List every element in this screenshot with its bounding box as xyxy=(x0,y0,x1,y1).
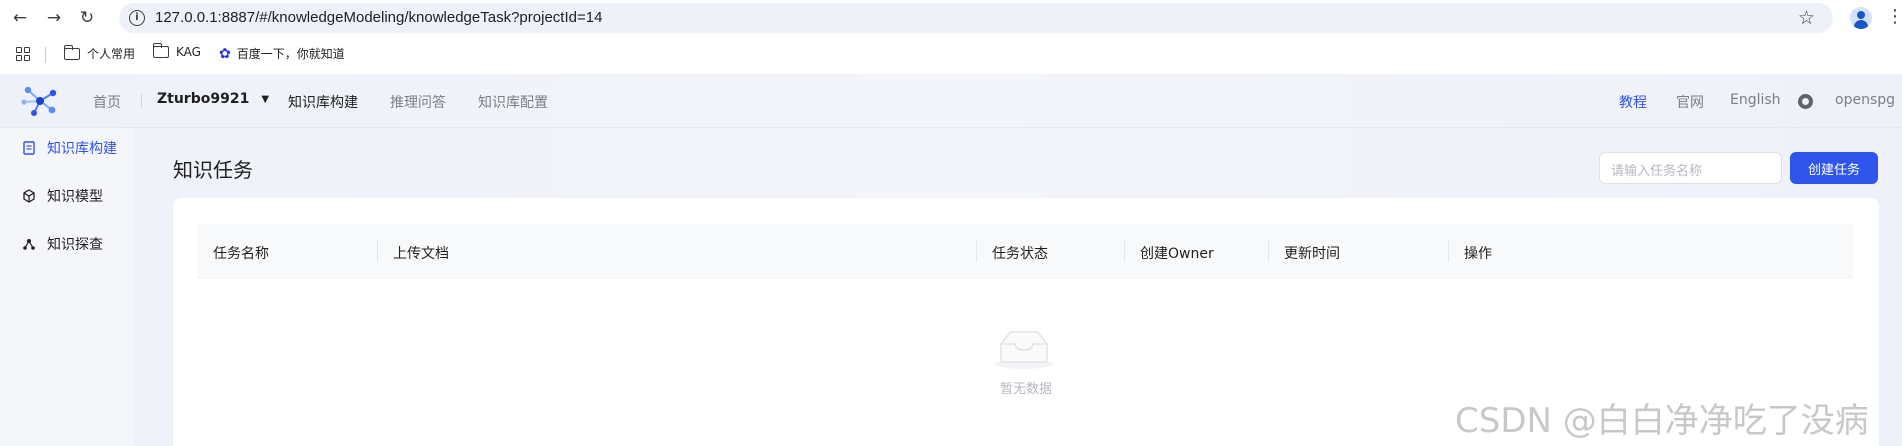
github-icon[interactable] xyxy=(1798,94,1813,109)
project-selector[interactable]: Zturbo9921 ▼ xyxy=(157,91,269,107)
nav-official-site[interactable]: 官网 xyxy=(1676,92,1704,112)
forward-arrow-icon[interactable]: → xyxy=(42,6,66,30)
column-divider xyxy=(976,240,977,262)
nav-language-english[interactable]: English xyxy=(1730,92,1781,108)
browser-menu-icon[interactable]: ⋮ xyxy=(1886,8,1902,26)
bookmark-star-icon[interactable]: ☆ xyxy=(1798,7,1815,29)
app-root: 首页 Zturbo9921 ▼ 知识库构建 推理问答 知识库配置 教程 官网 E… xyxy=(0,74,1902,446)
column-header-task-status: 任务状态 xyxy=(992,246,1048,262)
column-divider xyxy=(1448,240,1449,262)
create-task-button[interactable]: 创建任务 xyxy=(1790,152,1878,184)
back-arrow-icon[interactable]: ← xyxy=(8,6,32,30)
nav-openspg-github[interactable]: openspg xyxy=(1835,92,1895,108)
column-header-actions: 操作 xyxy=(1464,246,1492,262)
site-info-icon[interactable]: i xyxy=(129,10,145,26)
column-divider xyxy=(1268,240,1269,262)
nav-home[interactable]: 首页 xyxy=(93,92,121,112)
url-text[interactable]: 127.0.0.1:8887/#/knowledgeModeling/knowl… xyxy=(155,9,602,26)
openspg-logo-icon[interactable] xyxy=(20,84,60,118)
browser-toolbar: ← → ↻ i 127.0.0.1:8887/#/knowledgeModeli… xyxy=(0,0,1902,36)
sidebar-item-label: 知识模型 xyxy=(47,189,103,205)
project-name: Zturbo9921 xyxy=(157,91,250,107)
nav-divider xyxy=(141,94,142,108)
sidebar-item-knowledge-explore[interactable]: 知识探查 xyxy=(0,224,134,264)
nav-knowledge-config[interactable]: 知识库配置 xyxy=(478,92,548,112)
bookmark-kag[interactable]: KAG xyxy=(152,43,201,59)
address-bar[interactable]: i 127.0.0.1:8887/#/knowledgeModeling/kno… xyxy=(119,3,1833,33)
sidebar: 知识库构建 知识模型 知识探查 xyxy=(0,128,134,446)
sidebar-item-knowledge-build[interactable]: 知识库构建 xyxy=(0,128,134,168)
profile-avatar-icon[interactable] xyxy=(1850,7,1872,29)
column-header-create-owner: 创建Owner xyxy=(1140,246,1214,262)
bookmark-label: 百度一下，你就知道 xyxy=(236,47,345,61)
sidebar-item-knowledge-model[interactable]: 知识模型 xyxy=(0,176,134,216)
apps-grid-icon[interactable] xyxy=(16,47,30,61)
bookmarks-divider xyxy=(45,47,46,63)
caret-down-icon: ▼ xyxy=(261,93,270,105)
bookmark-personal[interactable]: 个人常用 xyxy=(63,44,136,62)
nav-reasoning-qa[interactable]: 推理问答 xyxy=(390,92,446,112)
csdn-watermark: CSDN @白白净净吃了没病 xyxy=(1455,401,1869,441)
task-search-input[interactable]: 请输入任务名称 xyxy=(1599,152,1782,184)
baidu-paw-icon: ✿ xyxy=(219,45,231,62)
nav-knowledge-build[interactable]: 知识库构建 xyxy=(288,92,358,112)
bookmark-label: 个人常用 xyxy=(87,47,136,61)
column-header-task-name: 任务名称 xyxy=(213,246,269,262)
column-divider xyxy=(377,240,378,262)
page-title: 知识任务 xyxy=(173,158,253,182)
column-divider xyxy=(1124,240,1125,262)
top-navbar: 首页 Zturbo9921 ▼ 知识库构建 推理问答 知识库配置 教程 官网 E… xyxy=(0,74,1902,128)
folder-icon xyxy=(63,44,80,60)
folder-icon xyxy=(152,43,169,58)
bookmark-baidu[interactable]: ✿ 百度一下，你就知道 xyxy=(219,45,345,62)
reload-icon[interactable]: ↻ xyxy=(75,6,99,30)
cube-icon xyxy=(23,189,35,203)
sidebar-item-label: 知识探查 xyxy=(47,237,103,253)
empty-inbox-icon xyxy=(995,331,1053,369)
column-header-upload-docs: 上传文档 xyxy=(393,246,449,262)
column-header-update-time: 更新时间 xyxy=(1284,246,1340,262)
document-icon xyxy=(23,141,35,155)
table-header: 任务名称 上传文档 任务状态 创建Owner 更新时间 操作 xyxy=(197,224,1853,278)
nav-tutorial[interactable]: 教程 xyxy=(1619,92,1647,112)
bookmarks-bar: 个人常用 KAG ✿ 百度一下，你就知道 xyxy=(0,36,1902,74)
sidebar-item-label: 知识库构建 xyxy=(47,141,117,157)
graph-icon xyxy=(23,239,35,250)
bookmark-label: KAG xyxy=(176,45,201,59)
